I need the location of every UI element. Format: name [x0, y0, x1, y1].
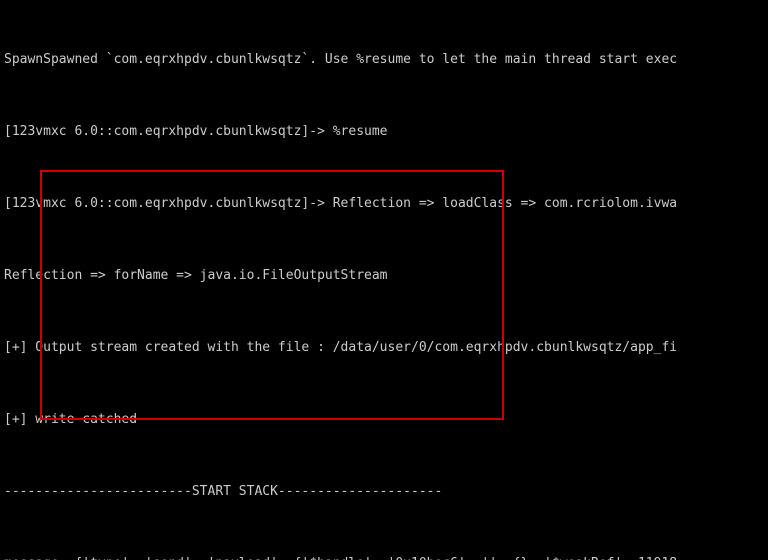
output-line: [+] Output stream created with the file … [4, 336, 764, 360]
output-line: message: {'type': 'send', 'payload': {'$… [4, 552, 764, 560]
output-line: [+] write catched [4, 408, 764, 432]
output-line: [123vmxc 6.0::com.eqrxhpdv.cbunlkwsqtz]-… [4, 192, 764, 216]
output-line: ------------------------START STACK-----… [4, 480, 764, 504]
terminal-output[interactable]: SpawnSpawned `com.eqrxhpdv.cbunlkwsqtz`.… [0, 0, 768, 560]
output-line: SpawnSpawned `com.eqrxhpdv.cbunlkwsqtz`.… [4, 48, 764, 72]
output-line: [123vmxc 6.0::com.eqrxhpdv.cbunlkwsqtz]-… [4, 120, 764, 144]
output-line: Reflection => forName => java.io.FileOut… [4, 264, 764, 288]
